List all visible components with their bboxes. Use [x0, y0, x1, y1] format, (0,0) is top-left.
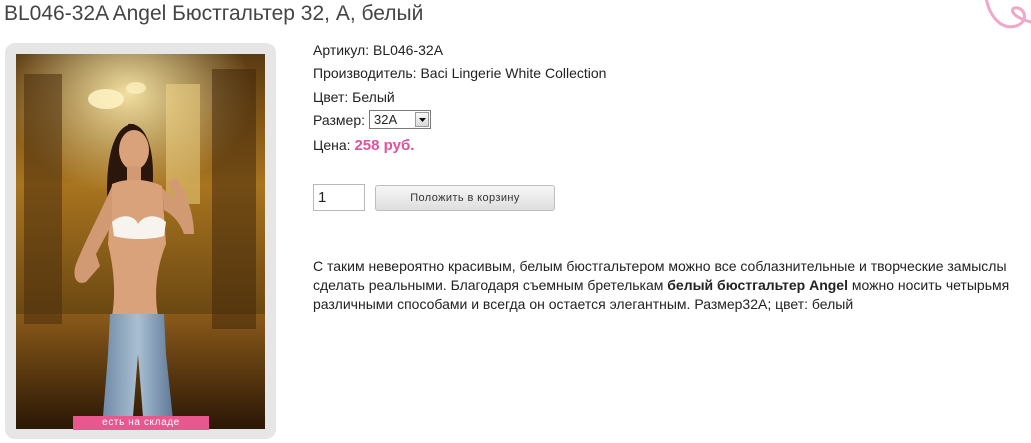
product-photo[interactable]	[16, 54, 265, 429]
price-value: 258 руб.	[354, 137, 415, 154]
description-line-1: С таким невероятно красивым, белым бюстг…	[313, 258, 1007, 274]
size-row: Размер: 32A	[313, 110, 431, 129]
size-label: Размер:	[313, 112, 366, 128]
description-text: сделать реальными. Благодаря съемным бре…	[313, 277, 668, 293]
manufacturer-value: Baci Lingerie White Collection	[420, 65, 607, 81]
description-text: можно носить четырьмя	[847, 277, 1010, 293]
sku-label: Артикул:	[313, 42, 373, 58]
description-line-2: сделать реальными. Благодаря съемным бре…	[313, 276, 1031, 295]
sku-value: BL046-32A	[372, 42, 444, 58]
manufacturer-row: Производитель: Baci Lingerie White Colle…	[313, 65, 606, 81]
pink-swirl-icon	[984, 0, 1031, 29]
size-selected-value: 32A	[374, 112, 398, 127]
color-value: Белый	[352, 89, 395, 105]
price-row: Цена: 258 руб.	[313, 137, 414, 154]
price-label: Цена:	[313, 137, 355, 153]
size-select[interactable]: 32A	[369, 110, 431, 129]
color-row: Цвет: Белый	[313, 89, 395, 105]
product-description: С таким невероятно красивым, белым бюстг…	[313, 257, 1031, 314]
description-line-3: различными способами и всегда он остаетс…	[313, 296, 854, 312]
product-title: BL046-32A Angel Бюстгальтер 32, A, белый	[4, 2, 424, 25]
product-image-frame: есть на складе	[5, 43, 276, 439]
manufacturer-label: Производитель:	[313, 65, 421, 81]
in-stock-badge: есть на складе	[73, 416, 209, 430]
chevron-down-icon	[419, 118, 426, 122]
size-dropdown-button[interactable]	[415, 112, 429, 127]
description-highlight: белый бюстгальтер Angel	[667, 277, 848, 293]
sku-row: Артикул: BL046-32A	[313, 42, 443, 58]
add-to-cart-button[interactable]: Положить в корзину	[375, 185, 555, 211]
quantity-input[interactable]	[313, 184, 365, 211]
color-label: Цвет:	[313, 89, 353, 105]
product-page: BL046-32A Angel Бюстгальтер 32, A, белый	[0, 0, 1031, 443]
